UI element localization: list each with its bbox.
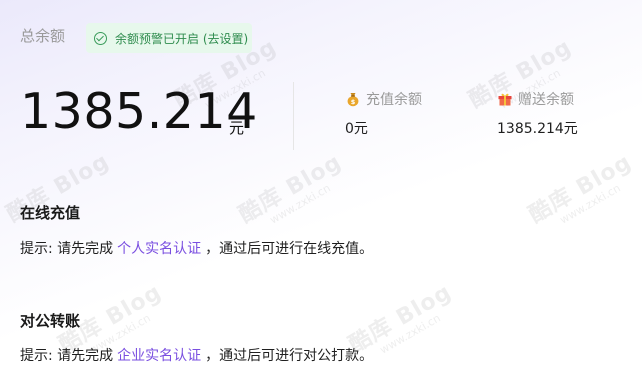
- online-recharge-title: 在线充值: [20, 204, 81, 222]
- hint-prefix: 提示: 请先完成: [20, 348, 114, 364]
- svg-text:$: $: [351, 98, 356, 106]
- gift-balance-label: 赠送余额: [518, 92, 574, 108]
- hint-suffix: ，通过后可进行对公打款。: [205, 348, 374, 364]
- recharge-balance: $ 充值余额 0元: [345, 89, 475, 138]
- check-circle-icon: [94, 31, 107, 45]
- total-balance-unit: 元: [229, 119, 245, 137]
- watermark: 酷库 Blog www.zxki.cn: [524, 149, 636, 229]
- gift-balance: 赠送余额 1385.214元: [497, 89, 627, 138]
- vertical-divider: [293, 82, 294, 150]
- total-balance-amount: 1385.214: [20, 83, 258, 140]
- corporate-transfer-title: 对公转账: [20, 312, 81, 330]
- hint-prefix: 提示: 请先完成: [20, 241, 114, 257]
- hint-suffix: ，通过后可进行在线充值。: [205, 241, 374, 257]
- gift-balance-value: 1385.214元: [497, 121, 578, 137]
- total-balance-label: 总余额: [20, 27, 66, 45]
- personal-verification-link[interactable]: 个人实名认证: [117, 241, 201, 257]
- enterprise-verification-link[interactable]: 企业实名认证: [117, 348, 201, 364]
- online-recharge-hint: 提示: 请先完成 个人实名认证 ，通过后可进行在线充值。: [20, 238, 373, 258]
- recharge-balance-value: 0元: [345, 121, 368, 137]
- balance-alert-settings-chip[interactable]: 余额预警已开启 (去设置): [86, 23, 252, 53]
- gift-icon: [498, 93, 512, 106]
- corporate-transfer-hint: 提示: 请先完成 企业实名认证 ，通过后可进行对公打款。: [20, 345, 373, 365]
- recharge-balance-label: 充值余额: [366, 92, 422, 108]
- money-bag-icon: $: [347, 93, 359, 107]
- balance-alert-text: 余额预警已开启 (去设置): [115, 31, 249, 46]
- watermark: 酷库 Blog www.zxki.cn: [234, 149, 346, 229]
